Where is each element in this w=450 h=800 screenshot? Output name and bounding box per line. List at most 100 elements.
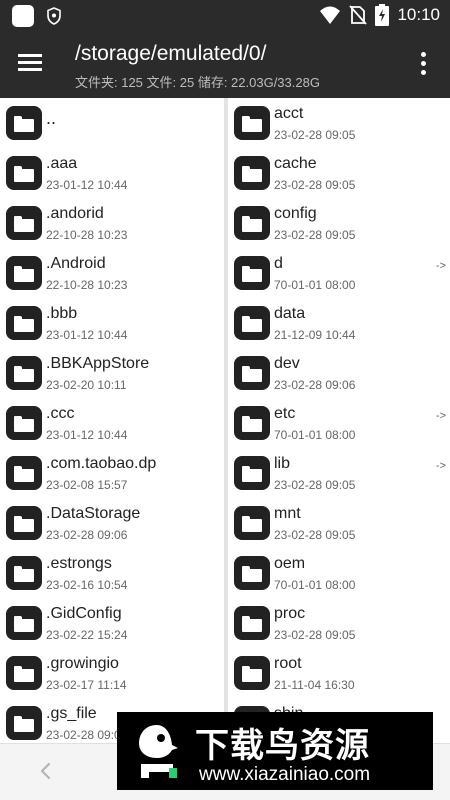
app-square-icon <box>12 5 34 27</box>
file-name: .GidConfig <box>46 605 122 622</box>
watermark-url: www.xiazainiao.com <box>199 764 371 785</box>
list-item[interactable]: .GidConfig 23-02-22 15:24 <box>0 598 224 648</box>
list-item[interactable]: dev 23-02-28 09:06 <box>228 348 450 398</box>
file-name: .BBKAppStore <box>46 355 150 372</box>
folder-icon <box>234 556 270 590</box>
list-item[interactable]: .estrongs 23-02-16 10:54 <box>0 548 224 598</box>
list-item[interactable]: .DataStorage 23-02-28 09:06 <box>0 498 224 548</box>
folder-icon <box>234 606 270 640</box>
file-date: 22-10-28 10:23 <box>46 228 128 242</box>
shield-icon <box>47 7 61 25</box>
file-name: .aaa <box>46 155 78 172</box>
file-date: 23-01-12 10:44 <box>46 178 128 192</box>
app-bar: /storage/emulated/0/ 文件夹: 125 文件: 25 储存:… <box>0 32 450 98</box>
folder-icon <box>6 506 42 540</box>
bird-logo-icon <box>139 725 178 778</box>
file-date: 23-02-28 09:0 <box>46 728 121 742</box>
folder-icon <box>234 356 270 390</box>
file-name: .estrongs <box>46 555 112 572</box>
watermark-title: 下载鸟资源 <box>195 727 370 765</box>
folder-icon <box>234 306 270 340</box>
file-name: lib <box>274 455 291 472</box>
folder-icon <box>234 406 270 440</box>
symlink-indicator: -> <box>435 460 446 472</box>
folder-icon <box>6 156 42 190</box>
folder-icon <box>6 306 42 340</box>
folder-icon <box>6 106 42 140</box>
list-item[interactable]: mnt 23-02-28 09:05 <box>228 498 450 548</box>
wifi-icon <box>320 6 341 24</box>
folder-icon <box>6 206 42 240</box>
file-date: 21-12-09 10:44 <box>274 328 356 342</box>
battery-charging-icon <box>375 4 390 26</box>
file-date: 23-02-28 09:05 <box>274 178 356 192</box>
file-date: 23-02-08 15:57 <box>46 478 128 492</box>
file-name: etc <box>274 405 296 422</box>
file-name: .Android <box>46 255 106 272</box>
file-date: 23-02-28 09:05 <box>274 628 356 642</box>
list-item[interactable]: config 23-02-28 09:05 <box>228 198 450 248</box>
file-date: 23-02-28 09:06 <box>46 528 128 542</box>
file-name: mnt <box>274 505 301 522</box>
list-item[interactable]: d 70-01-01 08:00 -> <box>228 248 450 298</box>
left-file-panel[interactable]: .. .aaa 23-01-12 10:44 .andorid 22-10-28… <box>0 98 224 743</box>
folder-icon <box>6 606 42 640</box>
list-item[interactable]: .bbb 23-01-12 10:44 <box>0 298 224 348</box>
list-item[interactable]: .Android 22-10-28 10:23 <box>0 248 224 298</box>
list-item[interactable]: oem 70-01-01 08:00 <box>228 548 450 598</box>
file-date: 23-02-28 09:05 <box>274 228 356 242</box>
file-name: cache <box>274 155 317 172</box>
file-date: 23-01-12 10:44 <box>46 428 128 442</box>
file-panels: .. .aaa 23-01-12 10:44 .andorid 22-10-28… <box>0 98 450 743</box>
folder-icon <box>234 106 270 140</box>
folder-icon <box>6 656 42 690</box>
storage-info: 文件夹: 125 文件: 25 储存: 22.03G/33.28G <box>75 75 320 90</box>
list-item[interactable]: etc 70-01-01 08:00 -> <box>228 398 450 448</box>
hamburger-menu-icon[interactable] <box>18 50 52 80</box>
file-name: .com.taobao.dp <box>46 455 157 472</box>
file-date: 21-11-04 16:30 <box>274 678 355 692</box>
right-file-panel[interactable]: acct 23-02-28 09:05 cache 23-02-28 09:05… <box>228 98 450 743</box>
folder-icon <box>6 406 42 440</box>
file-name: data <box>274 305 306 322</box>
file-date: 23-02-20 10:11 <box>46 378 127 392</box>
folder-icon <box>234 456 270 490</box>
file-name: config <box>274 205 317 222</box>
list-item[interactable]: data 21-12-09 10:44 <box>228 298 450 348</box>
list-item[interactable]: lib 23-02-28 09:05 -> <box>228 448 450 498</box>
list-item[interactable]: cache 23-02-28 09:05 <box>228 148 450 198</box>
list-item[interactable]: .andorid 22-10-28 10:23 <box>0 198 224 248</box>
list-item[interactable]: root 21-11-04 16:30 <box>228 648 450 698</box>
folder-icon <box>6 256 42 290</box>
list-item[interactable]: acct 23-02-28 09:05 <box>228 98 450 148</box>
file-name: .andorid <box>46 205 104 222</box>
folder-icon <box>234 206 270 240</box>
file-date: 23-02-22 15:24 <box>46 628 128 642</box>
parent-directory-row[interactable]: .. <box>0 98 224 148</box>
folder-icon <box>234 256 270 290</box>
list-item[interactable]: .ccc 23-01-12 10:44 <box>0 398 224 448</box>
file-name: oem <box>274 555 306 572</box>
symlink-indicator: -> <box>435 260 446 272</box>
folder-icon <box>6 356 42 390</box>
back-arrow-icon[interactable] <box>36 760 56 782</box>
folder-icon <box>6 456 42 490</box>
folder-icon <box>234 156 270 190</box>
file-date: 23-01-12 10:44 <box>46 328 128 342</box>
file-date: 70-01-01 08:00 <box>274 578 356 592</box>
list-item[interactable]: .growingio 23-02-17 11:14 <box>0 648 224 698</box>
symlink-indicator: -> <box>435 410 446 422</box>
file-name: d <box>274 255 283 272</box>
folder-icon <box>234 656 270 690</box>
more-options-icon[interactable] <box>418 52 428 78</box>
file-name: .bbb <box>46 305 78 322</box>
no-sim-icon <box>349 5 368 25</box>
list-item[interactable]: .BBKAppStore 23-02-20 10:11 <box>0 348 224 398</box>
status-bar: 10:10 <box>0 0 450 32</box>
list-item[interactable]: proc 23-02-28 09:05 <box>228 598 450 648</box>
file-name: .DataStorage <box>46 505 141 522</box>
list-item[interactable]: .com.taobao.dp 23-02-08 15:57 <box>0 448 224 498</box>
folder-icon <box>6 556 42 590</box>
list-item[interactable]: .aaa 23-01-12 10:44 <box>0 148 224 198</box>
file-name: .. <box>46 108 57 128</box>
